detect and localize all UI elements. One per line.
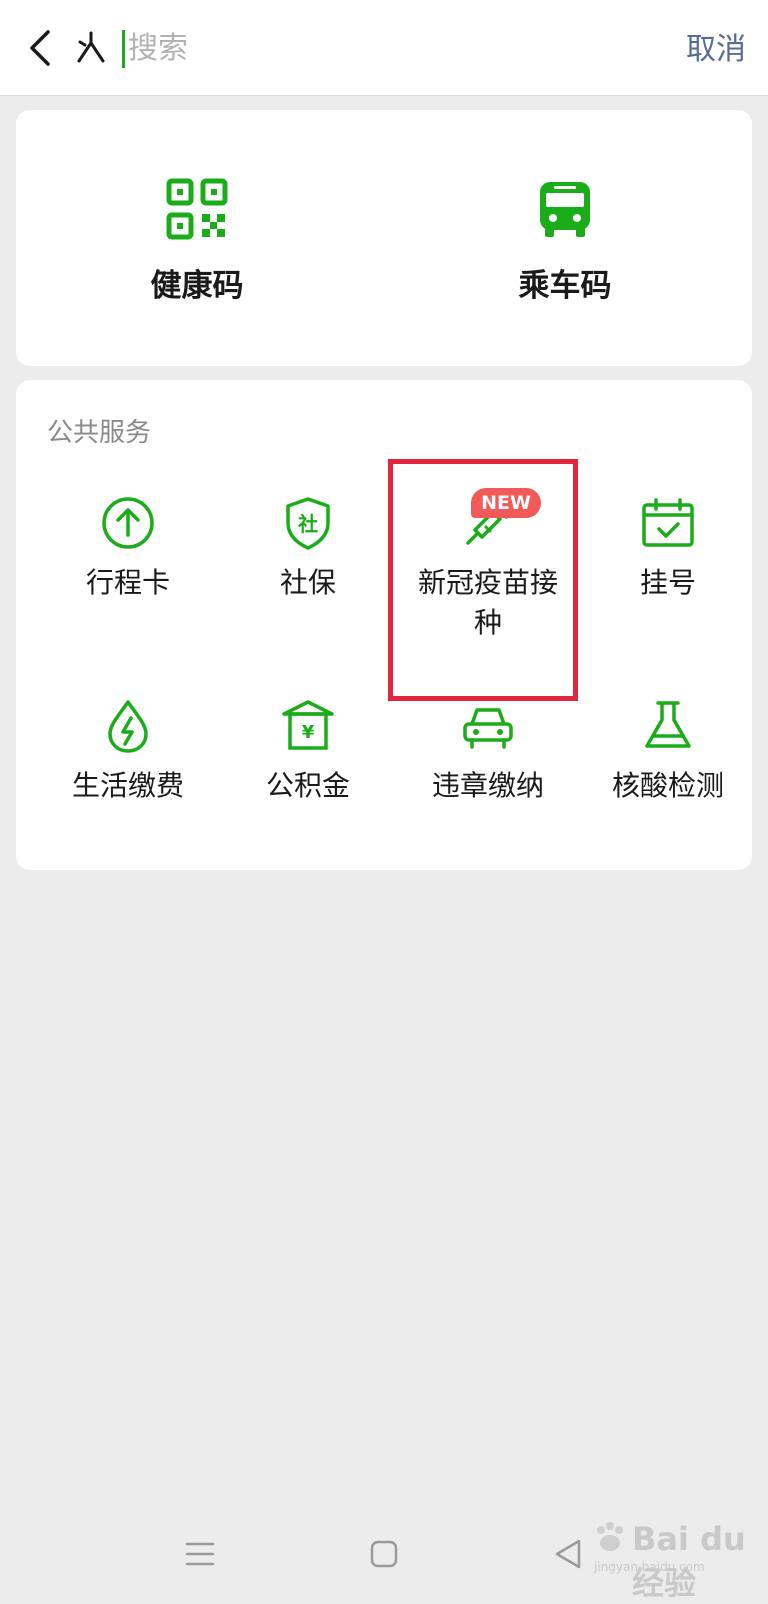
health-code-button[interactable]: 健康码 bbox=[16, 110, 384, 366]
cancel-button[interactable]: 取消 bbox=[686, 26, 746, 74]
back-nav-button[interactable] bbox=[544, 1530, 592, 1578]
house-yen-icon: ¥ bbox=[282, 700, 334, 750]
ride-code-label: 乘车码 bbox=[518, 268, 612, 304]
chevron-left-icon bbox=[30, 30, 50, 66]
car-icon bbox=[463, 708, 513, 749]
service-label: 行程卡 bbox=[85, 566, 170, 599]
bus-icon bbox=[540, 182, 590, 237]
paw-logo-icon bbox=[597, 1522, 623, 1551]
home-square-icon bbox=[370, 1540, 398, 1568]
service-label: 生活缴费 bbox=[71, 769, 184, 802]
service-label: 核酸检测 bbox=[611, 769, 724, 802]
service-label: 违章缴纳 bbox=[431, 769, 544, 802]
shield-icon: 社 bbox=[286, 497, 330, 550]
flask-icon bbox=[645, 701, 691, 748]
search-input[interactable] bbox=[128, 22, 648, 74]
service-label: 社保 bbox=[279, 566, 336, 599]
ride-code-button[interactable]: 乘车码 bbox=[384, 110, 752, 366]
service-label: 新冠疫苗接种 bbox=[417, 566, 558, 639]
menu-nav-button[interactable] bbox=[176, 1530, 224, 1578]
health-code-label: 健康码 bbox=[150, 268, 244, 304]
service-label: 公积金 bbox=[265, 769, 350, 802]
baidu-watermark: Bai du 经验 jingyan.baidu.com bbox=[588, 1510, 748, 1602]
section-title: 公共服务 bbox=[47, 418, 152, 448]
text-caret bbox=[122, 30, 125, 68]
search-bar: 取消 bbox=[0, 0, 768, 96]
calendar-check-icon bbox=[642, 498, 694, 547]
service-label: 挂号 bbox=[639, 566, 696, 599]
new-badge: NEW bbox=[471, 488, 541, 518]
qr-code-icon bbox=[166, 178, 228, 240]
home-nav-button[interactable] bbox=[360, 1530, 408, 1578]
quick-access-card: 健康码 乘车码 bbox=[16, 110, 752, 366]
watermark-url: jingyan.baidu.com bbox=[594, 1560, 705, 1574]
triangle-back-icon bbox=[555, 1539, 581, 1569]
public-services-card: 公共服务 行程卡 社 社保 新冠疫苗接种 挂号 生活缴费 ¥ 公积金 违章缴纳 … bbox=[16, 380, 752, 870]
menu-icon bbox=[185, 1542, 215, 1566]
back-button[interactable] bbox=[18, 24, 62, 72]
droplet-bolt-icon bbox=[108, 700, 148, 753]
search-logo-icon bbox=[77, 31, 105, 63]
arrow-up-circle-icon bbox=[102, 497, 154, 549]
house-yen-icon-text: ¥ bbox=[302, 722, 315, 743]
shield-icon-text: 社 bbox=[297, 512, 318, 536]
